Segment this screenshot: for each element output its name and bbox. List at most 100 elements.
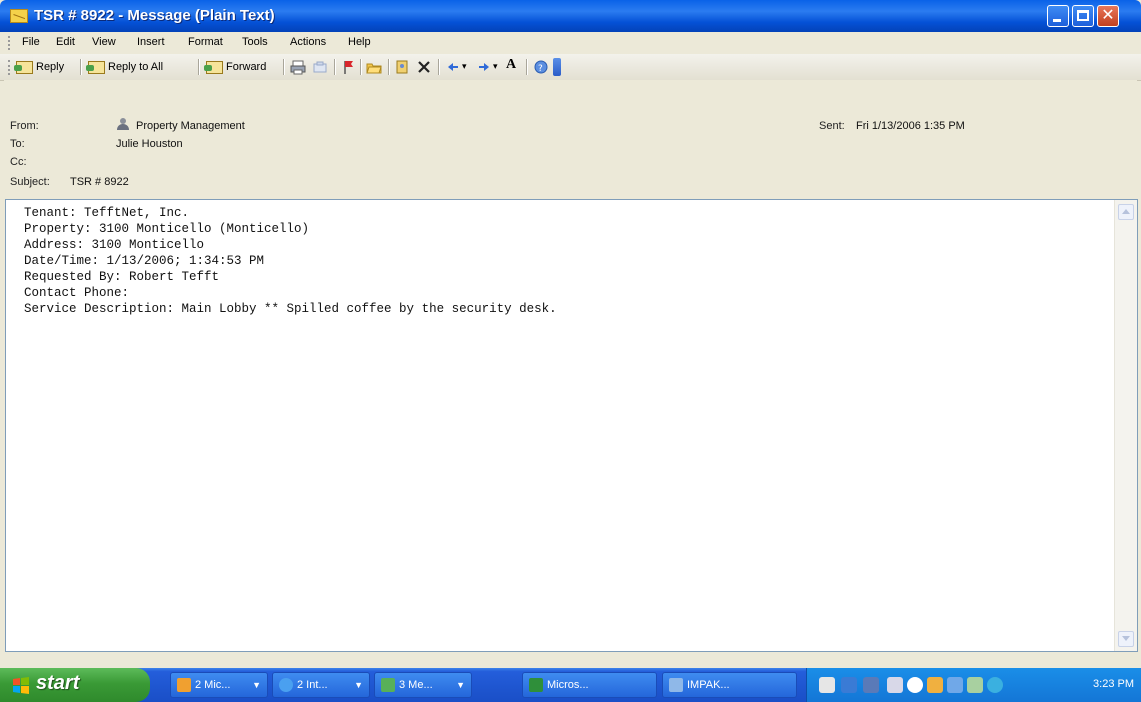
taskbar: start 2 Mic... ▼ 2 Int... ▼ 3 Me... ▼ Mi… bbox=[0, 668, 1141, 702]
tray-help-icon[interactable] bbox=[863, 677, 879, 693]
tray-monitor-icon[interactable] bbox=[841, 677, 857, 693]
toolbar-separator bbox=[526, 59, 528, 75]
task-label: IMPAK... bbox=[687, 679, 730, 691]
sent-value: Fri 1/13/2006 1:35 PM bbox=[856, 120, 965, 132]
tray-sync-icon[interactable] bbox=[987, 677, 1003, 693]
menu-view[interactable]: View bbox=[92, 36, 116, 48]
taskbar-task[interactable]: IMPAK... bbox=[662, 672, 797, 698]
tray-volume-icon[interactable] bbox=[887, 677, 903, 693]
standard-toolbar: Reply Reply to All Forward ▾ ▾ A ? bbox=[0, 54, 1141, 81]
scroll-up-icon bbox=[1122, 209, 1130, 214]
window-title: TSR # 8922 - Message (Plain Text) bbox=[34, 7, 275, 24]
maximize-icon bbox=[1077, 10, 1089, 21]
app-icon bbox=[669, 678, 683, 692]
taskbar-task[interactable]: Micros... bbox=[522, 672, 657, 698]
menu-file[interactable]: File bbox=[22, 36, 40, 48]
reply-all-button[interactable]: Reply to All bbox=[86, 58, 164, 76]
tray-back-icon[interactable] bbox=[907, 677, 923, 693]
scroll-up-button[interactable] bbox=[1118, 204, 1134, 220]
outlook-message-window: TSR # 8922 - Message (Plain Text) ✕ File… bbox=[0, 0, 1141, 668]
reply-all-label: Reply to All bbox=[108, 61, 164, 73]
maximize-button[interactable] bbox=[1072, 5, 1094, 27]
toolbar-separator bbox=[80, 59, 82, 75]
task-label: 3 Me... bbox=[399, 679, 433, 691]
office-icon bbox=[177, 678, 191, 692]
message-header: From: Property Management To: Julie Hous… bbox=[4, 80, 1137, 196]
move-to-folder-icon[interactable] bbox=[312, 59, 328, 75]
sent-label: Sent: bbox=[819, 120, 845, 132]
task-label: 2 Int... bbox=[297, 679, 328, 691]
forward-button[interactable]: Forward bbox=[204, 58, 267, 76]
forward-icon bbox=[204, 60, 223, 74]
delete-icon[interactable] bbox=[416, 59, 432, 75]
open-folder-icon[interactable] bbox=[366, 59, 382, 75]
minimize-button[interactable] bbox=[1047, 5, 1069, 27]
body-line: Property: 3100 Monticello (Monticello) bbox=[24, 222, 310, 236]
envelope-icon bbox=[10, 9, 28, 23]
tray-app-icon[interactable] bbox=[967, 677, 983, 693]
toolbar-separator bbox=[360, 59, 362, 75]
menu-format[interactable]: Format bbox=[188, 36, 223, 48]
scroll-down-icon bbox=[1122, 636, 1130, 641]
reply-icon bbox=[14, 60, 33, 74]
print-icon[interactable] bbox=[290, 59, 306, 75]
svg-text:?: ? bbox=[538, 64, 543, 74]
task-label: 2 Mic... bbox=[195, 679, 231, 691]
tray-outlook-icon[interactable] bbox=[927, 677, 943, 693]
message-body[interactable]: Tenant: TefftNet, Inc. Property: 3100 Mon… bbox=[5, 199, 1138, 652]
subject-label: Subject: bbox=[10, 176, 50, 188]
body-line: Service Description: Main Lobby ** Spill… bbox=[24, 302, 557, 316]
font-size-icon[interactable]: A bbox=[506, 57, 522, 73]
contact-icon bbox=[117, 118, 129, 130]
ie-icon bbox=[279, 678, 293, 692]
help-icon[interactable]: ? bbox=[533, 59, 549, 75]
from-value[interactable]: Property Management bbox=[136, 120, 245, 132]
next-item-icon[interactable] bbox=[476, 59, 492, 75]
toolbar-grip[interactable] bbox=[8, 60, 12, 75]
title-bar[interactable]: TSR # 8922 - Message (Plain Text) ✕ bbox=[0, 0, 1141, 32]
excel-icon bbox=[529, 678, 543, 692]
taskbar-task[interactable]: 2 Int... ▼ bbox=[272, 672, 370, 698]
vertical-scrollbar[interactable] bbox=[1114, 200, 1137, 651]
menu-edit[interactable]: Edit bbox=[56, 36, 75, 48]
menu-insert[interactable]: Insert bbox=[137, 36, 165, 48]
cc-label: Cc: bbox=[10, 156, 27, 168]
messenger-icon bbox=[381, 678, 395, 692]
close-button[interactable]: ✕ bbox=[1097, 5, 1119, 27]
from-label: From: bbox=[10, 120, 39, 132]
system-tray: 3:23 PM bbox=[806, 668, 1141, 702]
to-value[interactable]: Julie Houston bbox=[116, 138, 183, 150]
body-line: Tenant: TefftNet, Inc. bbox=[24, 206, 190, 220]
menu-actions[interactable]: Actions bbox=[290, 36, 326, 48]
menu-bar: File Edit View Insert Format Tools Actio… bbox=[0, 32, 1141, 55]
body-line: Date/Time: 1/13/2006; 1:34:53 PM bbox=[24, 254, 265, 268]
toolbar-options-icon[interactable] bbox=[553, 58, 561, 76]
tray-pen-icon[interactable] bbox=[819, 677, 835, 693]
subject-value: TSR # 8922 bbox=[70, 176, 129, 188]
scroll-down-button[interactable] bbox=[1118, 631, 1134, 647]
menu-help[interactable]: Help bbox=[348, 36, 371, 48]
body-line: Contact Phone: bbox=[24, 286, 130, 300]
reply-button[interactable]: Reply bbox=[14, 58, 64, 76]
follow-up-flag-icon[interactable] bbox=[340, 59, 356, 75]
taskbar-task[interactable]: 2 Mic... ▼ bbox=[170, 672, 268, 698]
toolbar-separator bbox=[438, 59, 440, 75]
clock[interactable]: 3:23 PM bbox=[1093, 678, 1134, 690]
toolbar-separator bbox=[334, 59, 336, 75]
toolbar-separator bbox=[283, 59, 285, 75]
menu-tools[interactable]: Tools bbox=[242, 36, 268, 48]
body-line: Requested By: Robert Tefft bbox=[24, 270, 220, 284]
address-book-icon[interactable] bbox=[394, 59, 410, 75]
task-dropdown-icon: ▼ bbox=[456, 680, 465, 690]
to-label: To: bbox=[10, 138, 25, 150]
tray-network-icon[interactable] bbox=[947, 677, 963, 693]
toolbar-separator bbox=[198, 59, 200, 75]
forward-label: Forward bbox=[226, 61, 267, 73]
start-button[interactable]: start bbox=[0, 668, 150, 702]
previous-item-icon[interactable] bbox=[445, 59, 461, 75]
menubar-grip[interactable] bbox=[8, 36, 12, 50]
taskbar-task[interactable]: 3 Me... ▼ bbox=[374, 672, 472, 698]
task-dropdown-icon: ▼ bbox=[354, 680, 363, 690]
message-body-text: Tenant: TefftNet, Inc. Property: 3100 Mon… bbox=[24, 205, 557, 317]
start-label: start bbox=[36, 672, 80, 694]
